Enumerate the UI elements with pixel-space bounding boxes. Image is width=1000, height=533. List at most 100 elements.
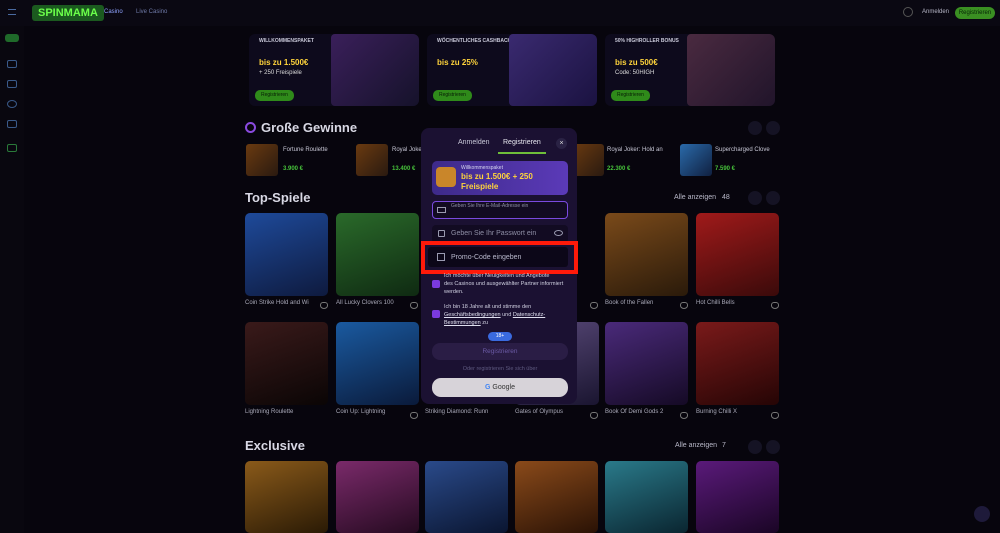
register-button[interactable]: Registrieren (432, 343, 568, 360)
google-signup-button[interactable]: G Google (432, 378, 568, 397)
game-title: Lightning Roulette (245, 409, 294, 415)
promo-card-highroller[interactable]: 50% HIGHROLLER BONUS bis zu 500€ Code: 5… (605, 34, 775, 106)
game-title: Book Of Demi Gods 2 (605, 409, 664, 415)
game-tile[interactable] (605, 461, 688, 533)
game-tile[interactable] (605, 213, 688, 296)
game-tile[interactable] (245, 322, 328, 405)
gift-icon (436, 167, 456, 187)
win-amount: 22.300 € (607, 166, 631, 172)
next-arrow-button[interactable] (766, 191, 780, 205)
next-arrow-button[interactable] (766, 440, 780, 454)
prev-arrow-button[interactable] (748, 191, 762, 205)
game-tile[interactable] (425, 461, 508, 533)
highlight-box (421, 241, 578, 274)
win-game-name: Royal Joker: Hold an (607, 147, 663, 153)
game-title: Coin Up: Lightning (336, 409, 386, 415)
top-games-title: Top-Spiele (245, 190, 311, 205)
win-amount: 13.400 € (392, 166, 416, 172)
consent-text: und (502, 312, 512, 318)
promo-register-button[interactable]: Registrieren (611, 90, 650, 101)
win-thumbnail[interactable] (680, 144, 712, 176)
favorite-icon[interactable] (771, 302, 779, 309)
game-title: Burning Chilli X (696, 409, 738, 415)
promo-headline: bis zu 25% (437, 58, 478, 67)
newsletter-checkbox[interactable] (432, 280, 440, 288)
sidebar-casino-icon[interactable] (7, 60, 17, 68)
close-button[interactable]: × (556, 138, 567, 149)
game-tile[interactable] (515, 461, 598, 533)
prev-arrow-button[interactable] (748, 440, 762, 454)
favorite-icon[interactable] (680, 412, 688, 419)
game-title: Striking Diamond: Runn (425, 409, 489, 415)
terms-link[interactable]: Geschäftsbedingungen (444, 312, 501, 318)
favorite-icon[interactable] (410, 302, 418, 309)
sidebar-games-icon[interactable] (7, 120, 17, 128)
consent-line: des Casinos und ausgewählter Partner inf… (444, 281, 564, 295)
promo-card-cashback[interactable]: WÖCHENTLICHES CASHBACK bis zu 25% Regist… (427, 34, 597, 106)
promo-sub: Code: 50HIGH (615, 70, 655, 76)
eye-hidden-icon[interactable] (554, 230, 563, 236)
view-all-link[interactable]: Alle anzeigen (674, 194, 716, 201)
favorite-icon[interactable] (771, 412, 779, 419)
favorite-icon[interactable] (590, 412, 598, 419)
promo-tag: 50% HIGHROLLER BONUS (615, 38, 679, 44)
view-all-link[interactable]: Alle anzeigen (675, 442, 717, 449)
promo-register-button[interactable]: Registrieren (433, 90, 472, 101)
google-label: Google (492, 384, 515, 391)
password-placeholder: Geben Sie Ihr Passwort ein (451, 230, 537, 237)
sidebar-bonus-icon[interactable] (7, 144, 17, 152)
sidebar-promo-icon[interactable] (7, 100, 17, 108)
game-title: All Lucky Clovers 100 (336, 300, 394, 306)
login-link[interactable]: Anmelden (922, 9, 949, 15)
next-arrow-button[interactable] (766, 121, 780, 135)
game-tile[interactable] (696, 461, 779, 533)
trophy-icon (245, 122, 256, 133)
terms-checkbox[interactable] (432, 310, 440, 318)
promo-card-welcome[interactable]: WILLKOMMENSPAKET bis zu 1.500€ + 250 Fre… (249, 34, 419, 106)
game-tile[interactable] (245, 461, 328, 533)
promo-tag: WILLKOMMENSPAKET (259, 38, 314, 44)
support-chat-icon[interactable] (974, 506, 990, 522)
game-title: Coin Strike Hold and Wi (245, 300, 309, 306)
sidebar-live-icon[interactable] (7, 80, 17, 88)
tab-login[interactable]: Anmelden (458, 139, 490, 146)
promo-headline: bis zu 500€ (615, 58, 658, 67)
win-thumbnail[interactable] (356, 144, 388, 176)
game-tile[interactable] (696, 322, 779, 405)
promo-tag: WÖCHENTLICHES CASHBACK (437, 38, 512, 44)
promo-register-button[interactable]: Registrieren (255, 90, 294, 101)
consent-text: zu (482, 320, 489, 326)
favorite-icon[interactable] (680, 302, 688, 309)
promo-image (509, 34, 597, 106)
game-tile[interactable] (336, 213, 419, 296)
google-icon: G (485, 384, 491, 391)
prev-arrow-button[interactable] (748, 121, 762, 135)
favorite-icon[interactable] (590, 302, 598, 309)
search-icon[interactable] (903, 7, 913, 17)
game-tile[interactable] (336, 322, 419, 405)
win-thumbnail[interactable] (246, 144, 278, 176)
game-title: Hot Chilli Bells (696, 300, 735, 306)
tab-register[interactable]: Registrieren (503, 139, 541, 146)
win-game-name: Fortune Roulette (283, 147, 328, 153)
promo-image (687, 34, 775, 106)
games-count: 48 (722, 194, 730, 201)
favorite-icon[interactable] (320, 302, 328, 309)
spin-icon[interactable] (5, 34, 19, 42)
game-tile[interactable] (336, 461, 419, 533)
promo-image (331, 34, 419, 106)
register-button-top[interactable]: Registrieren (955, 7, 995, 19)
nav-live-casino[interactable]: Live Casino (136, 9, 167, 15)
win-amount: 7.590 € (715, 166, 736, 172)
game-tile[interactable] (605, 322, 688, 405)
logo[interactable]: SPINMAMA (32, 5, 104, 21)
game-tile[interactable] (696, 213, 779, 296)
menu-icon[interactable] (8, 9, 16, 15)
terms-consent: Ich bin 18 Jahre alt und stimme den Gesc… (444, 303, 566, 327)
lock-icon (438, 230, 445, 237)
nav-casino[interactable]: Casino (104, 9, 123, 15)
game-tile[interactable] (245, 213, 328, 296)
exclusive-title: Exclusive (245, 438, 305, 453)
favorite-icon[interactable] (410, 412, 418, 419)
newsletter-consent: Ich möchte über Neuigkeiten und Angebote… (444, 272, 566, 296)
